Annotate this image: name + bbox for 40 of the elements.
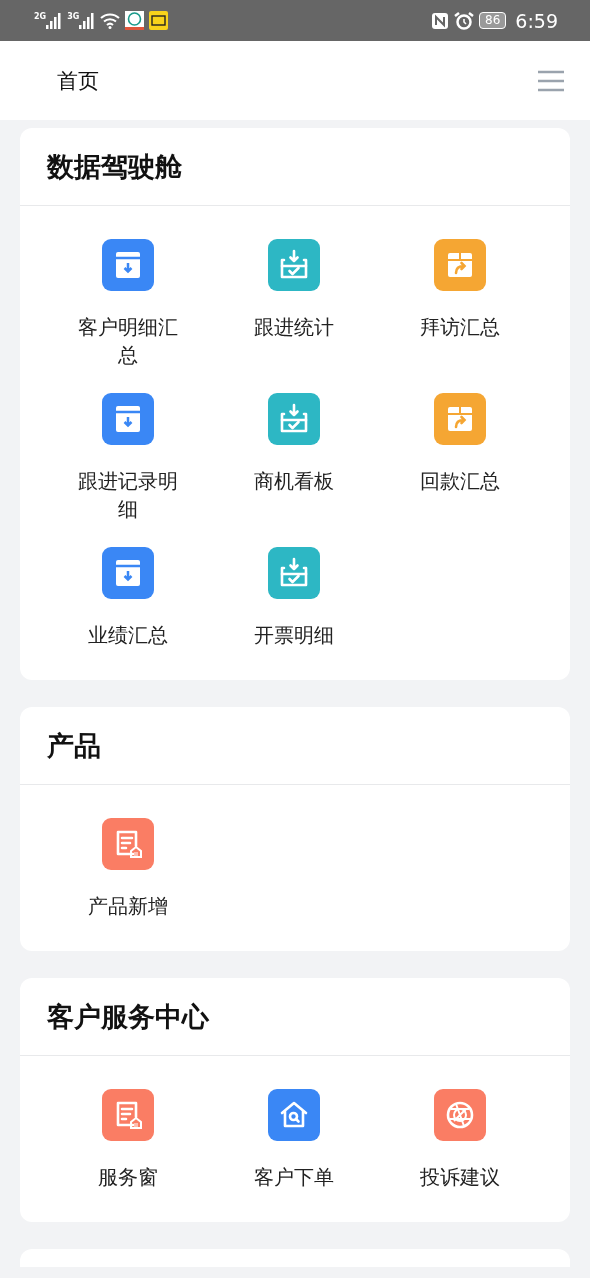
menu-item-label[interactable]: 业绩汇总 — [88, 621, 168, 649]
section-title: 客户服务中心 — [20, 978, 570, 1056]
signal-icon — [79, 12, 96, 29]
menu-item-label[interactable]: 服务窗 — [98, 1163, 158, 1191]
menu-item-label[interactable]: 拜访汇总 — [420, 313, 500, 341]
house-search-icon[interactable] — [268, 1089, 320, 1141]
app-icon — [149, 11, 169, 30]
tray-icon[interactable] — [268, 239, 320, 291]
battery-icon: 86 — [479, 12, 507, 29]
menu-icon[interactable] — [538, 69, 564, 92]
menu-item-label[interactable]: 客户下单 — [254, 1163, 334, 1191]
menu-item-label[interactable]: 回款汇总 — [420, 467, 500, 495]
menu-item-label[interactable]: 投诉建议 — [420, 1163, 500, 1191]
wifi-icon — [100, 12, 121, 29]
network-type: 3G — [67, 12, 80, 21]
menu-item-label[interactable]: 跟进记录明细 — [72, 467, 184, 523]
page-title: 首页 — [57, 67, 99, 95]
network-type: 2G — [34, 12, 47, 21]
menu-item-label[interactable]: 开票明细 — [254, 621, 334, 649]
tray-icon[interactable] — [268, 547, 320, 599]
menu-item-label[interactable]: 客户明细汇总 — [72, 313, 184, 369]
alarm-icon — [454, 11, 475, 30]
box-icon[interactable] — [102, 547, 154, 599]
signal-icon — [46, 12, 63, 29]
menu-item-label[interactable]: 产品新增 — [88, 892, 168, 920]
clock: 6:59 — [515, 9, 558, 32]
app-icon — [125, 11, 145, 30]
package-icon[interactable] — [434, 239, 486, 291]
menu-item-label[interactable]: 商机看板 — [254, 467, 334, 495]
section-title: 数据驾驶舱 — [20, 128, 570, 206]
tray-icon[interactable] — [268, 393, 320, 445]
document-icon[interactable] — [102, 818, 154, 870]
menu-item-label[interactable]: 跟进统计 — [254, 313, 334, 341]
globe-icon[interactable] — [434, 1089, 486, 1141]
document-icon[interactable] — [102, 1089, 154, 1141]
package-icon[interactable] — [434, 393, 486, 445]
box-icon[interactable] — [102, 393, 154, 445]
box-icon[interactable] — [102, 239, 154, 291]
section-title: 产品 — [20, 707, 570, 785]
nfc-icon — [431, 11, 450, 30]
